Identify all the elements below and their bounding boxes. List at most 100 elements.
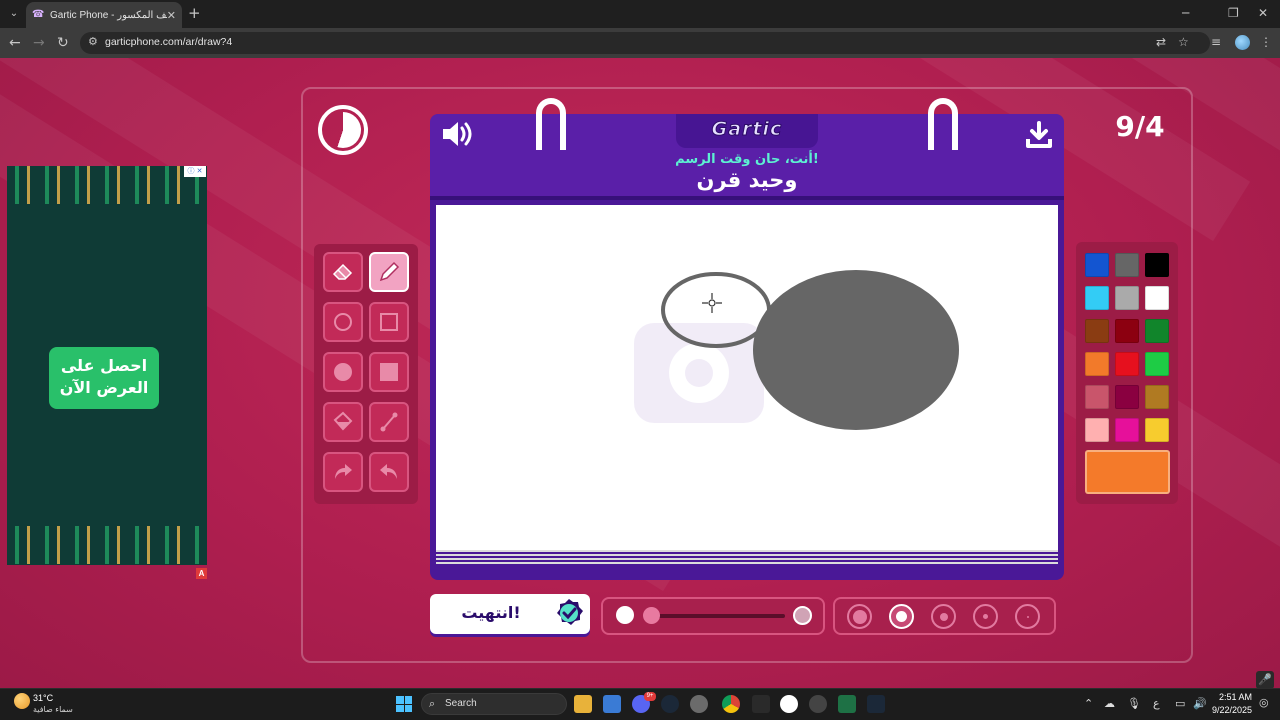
ad-choices-icon[interactable]: ⓘ ✕ (184, 166, 206, 177)
color-swatch[interactable] (1145, 319, 1169, 343)
fill-bucket-tool[interactable] (323, 402, 363, 442)
minimize-icon[interactable]: ─ (1182, 6, 1189, 20)
color-swatch[interactable] (1115, 319, 1139, 343)
color-swatch[interactable] (1115, 253, 1139, 277)
square-filled-icon (380, 363, 398, 381)
ellipse-outline-tool[interactable] (323, 302, 363, 342)
microphone-icon[interactable]: 🎙 (1127, 697, 1141, 710)
color-swatch[interactable] (1145, 385, 1169, 409)
notification-badge: 9+ (644, 692, 656, 701)
color-swatch[interactable] (1085, 319, 1109, 343)
forward-icon[interactable]: → (33, 34, 45, 52)
tab-search-icon[interactable]: ⌄ (6, 6, 22, 22)
restore-icon[interactable]: ❐ (1228, 6, 1239, 20)
taskbar-search[interactable] (421, 693, 567, 715)
opacity-low-indicator (643, 607, 660, 624)
timer-fill (325, 112, 361, 148)
current-color-swatch[interactable] (1085, 450, 1170, 494)
color-swatch[interactable] (1115, 352, 1139, 376)
paint-bucket-icon (333, 411, 353, 431)
rectangle-filled-tool[interactable] (369, 352, 409, 392)
tab-title: Gartic Phone - الهاتف المكسور (50, 9, 167, 21)
color-swatch[interactable] (1085, 352, 1109, 376)
page-edge (436, 550, 1058, 552)
circle-outline-icon (334, 313, 352, 331)
opacity-slider-handle[interactable] (793, 606, 812, 625)
browser-menu-icon[interactable]: ⋮ (1260, 35, 1272, 49)
color-swatch[interactable] (1145, 286, 1169, 310)
onedrive-icon[interactable]: ☁ (1104, 697, 1115, 710)
bookmark-star-icon[interactable]: ☆ (1178, 35, 1189, 49)
opacity-slider-track[interactable] (650, 614, 785, 618)
clock-time: 2:51 AM (1218, 692, 1252, 702)
voice-input-icon[interactable]: 🎤 (1256, 671, 1274, 689)
brush-size-dot (896, 611, 907, 622)
color-swatch[interactable] (1145, 253, 1169, 277)
steam-app-icon[interactable] (867, 695, 885, 713)
ad-pattern-top (7, 166, 207, 204)
browser-tab[interactable]: ☎ Gartic Phone - الهاتف المكسور ✕ (26, 2, 182, 28)
translate-icon[interactable]: ⇄ (1156, 35, 1166, 49)
obs-icon[interactable] (809, 695, 827, 713)
ad-badge-icon[interactable]: A (196, 568, 207, 579)
chrome-icon[interactable] (722, 695, 740, 713)
line-tool[interactable] (369, 402, 409, 442)
language-indicator[interactable]: ع (1153, 697, 1160, 710)
color-swatch[interactable] (1085, 418, 1109, 442)
pencil-tool[interactable] (369, 252, 409, 292)
timer-clock-icon (318, 105, 368, 155)
weather-description: سماء صافية (33, 705, 73, 714)
color-swatch[interactable] (1115, 418, 1139, 442)
volume-icon[interactable]: 🔊 (1193, 697, 1207, 710)
tray-overflow-icon[interactable]: ⌃ (1084, 697, 1093, 710)
settings-icon[interactable] (690, 695, 708, 713)
brush-size-dot (939, 612, 948, 621)
check-badge-icon (557, 599, 583, 625)
browser-toolbar: ← → ↻ ⚙ garticphone.com/ar/draw?4 ⇄ ☆ ≡ … (0, 28, 1280, 58)
notification-center-icon[interactable]: ◎ (1259, 696, 1269, 709)
network-icon[interactable]: ▭ (1175, 697, 1185, 710)
url-text: garticphone.com/ar/draw?4 (105, 36, 233, 48)
color-swatch[interactable] (1115, 385, 1139, 409)
weather-moon-icon[interactable] (14, 693, 30, 709)
redo-tool[interactable] (323, 452, 363, 492)
media-controls-icon[interactable]: ≡ (1211, 35, 1221, 49)
brush-size-dot (983, 614, 988, 619)
square-outline-icon (380, 313, 398, 331)
color-swatch[interactable] (1085, 253, 1109, 277)
steam-icon[interactable] (661, 695, 679, 713)
rectangle-outline-tool[interactable] (369, 302, 409, 342)
tab-close-icon[interactable]: ✕ (167, 9, 176, 22)
download-icon[interactable] (1024, 120, 1054, 150)
sound-icon[interactable] (441, 120, 475, 148)
color-swatch[interactable] (1145, 418, 1169, 442)
line-icon (380, 412, 398, 432)
browser-tab-strip: ⌄ ☎ Gartic Phone - الهاتف المكسور ✕ + ─ … (0, 0, 1280, 28)
start-windows-icon[interactable] (396, 696, 412, 712)
clock-date: 9/22/2025 (1211, 705, 1252, 715)
github-icon[interactable] (780, 695, 798, 713)
ellipse-filled-tool[interactable] (323, 352, 363, 392)
reload-icon[interactable]: ↻ (57, 34, 69, 52)
color-swatch[interactable] (1085, 286, 1109, 310)
ad-cta-button[interactable]: احصل على العرض الآن (49, 347, 159, 409)
notebook-ring-right (928, 98, 958, 150)
gartic-favicon-icon: ☎ (32, 9, 45, 20)
color-swatch[interactable] (1085, 385, 1109, 409)
new-tab-icon[interactable]: + (188, 5, 201, 21)
store-icon[interactable] (603, 695, 621, 713)
file-explorer-icon[interactable] (574, 695, 592, 713)
word-to-draw: وحيد قرن (696, 168, 798, 192)
profile-avatar[interactable] (1235, 35, 1250, 50)
color-swatch[interactable] (1115, 286, 1139, 310)
eraser-tool[interactable] (323, 252, 363, 292)
address-bar[interactable]: ⚙ garticphone.com/ar/draw?4 ⇄ ☆ (80, 32, 1210, 54)
site-info-icon[interactable]: ⚙ (88, 35, 98, 48)
undo-tool[interactable] (369, 452, 409, 492)
color-swatch[interactable] (1145, 352, 1169, 376)
ad-pattern-bottom (7, 526, 207, 564)
app-icon[interactable] (752, 695, 770, 713)
window-close-icon[interactable]: ✕ (1258, 6, 1268, 20)
excel-icon[interactable] (838, 695, 856, 713)
back-icon[interactable]: ← (9, 34, 21, 52)
